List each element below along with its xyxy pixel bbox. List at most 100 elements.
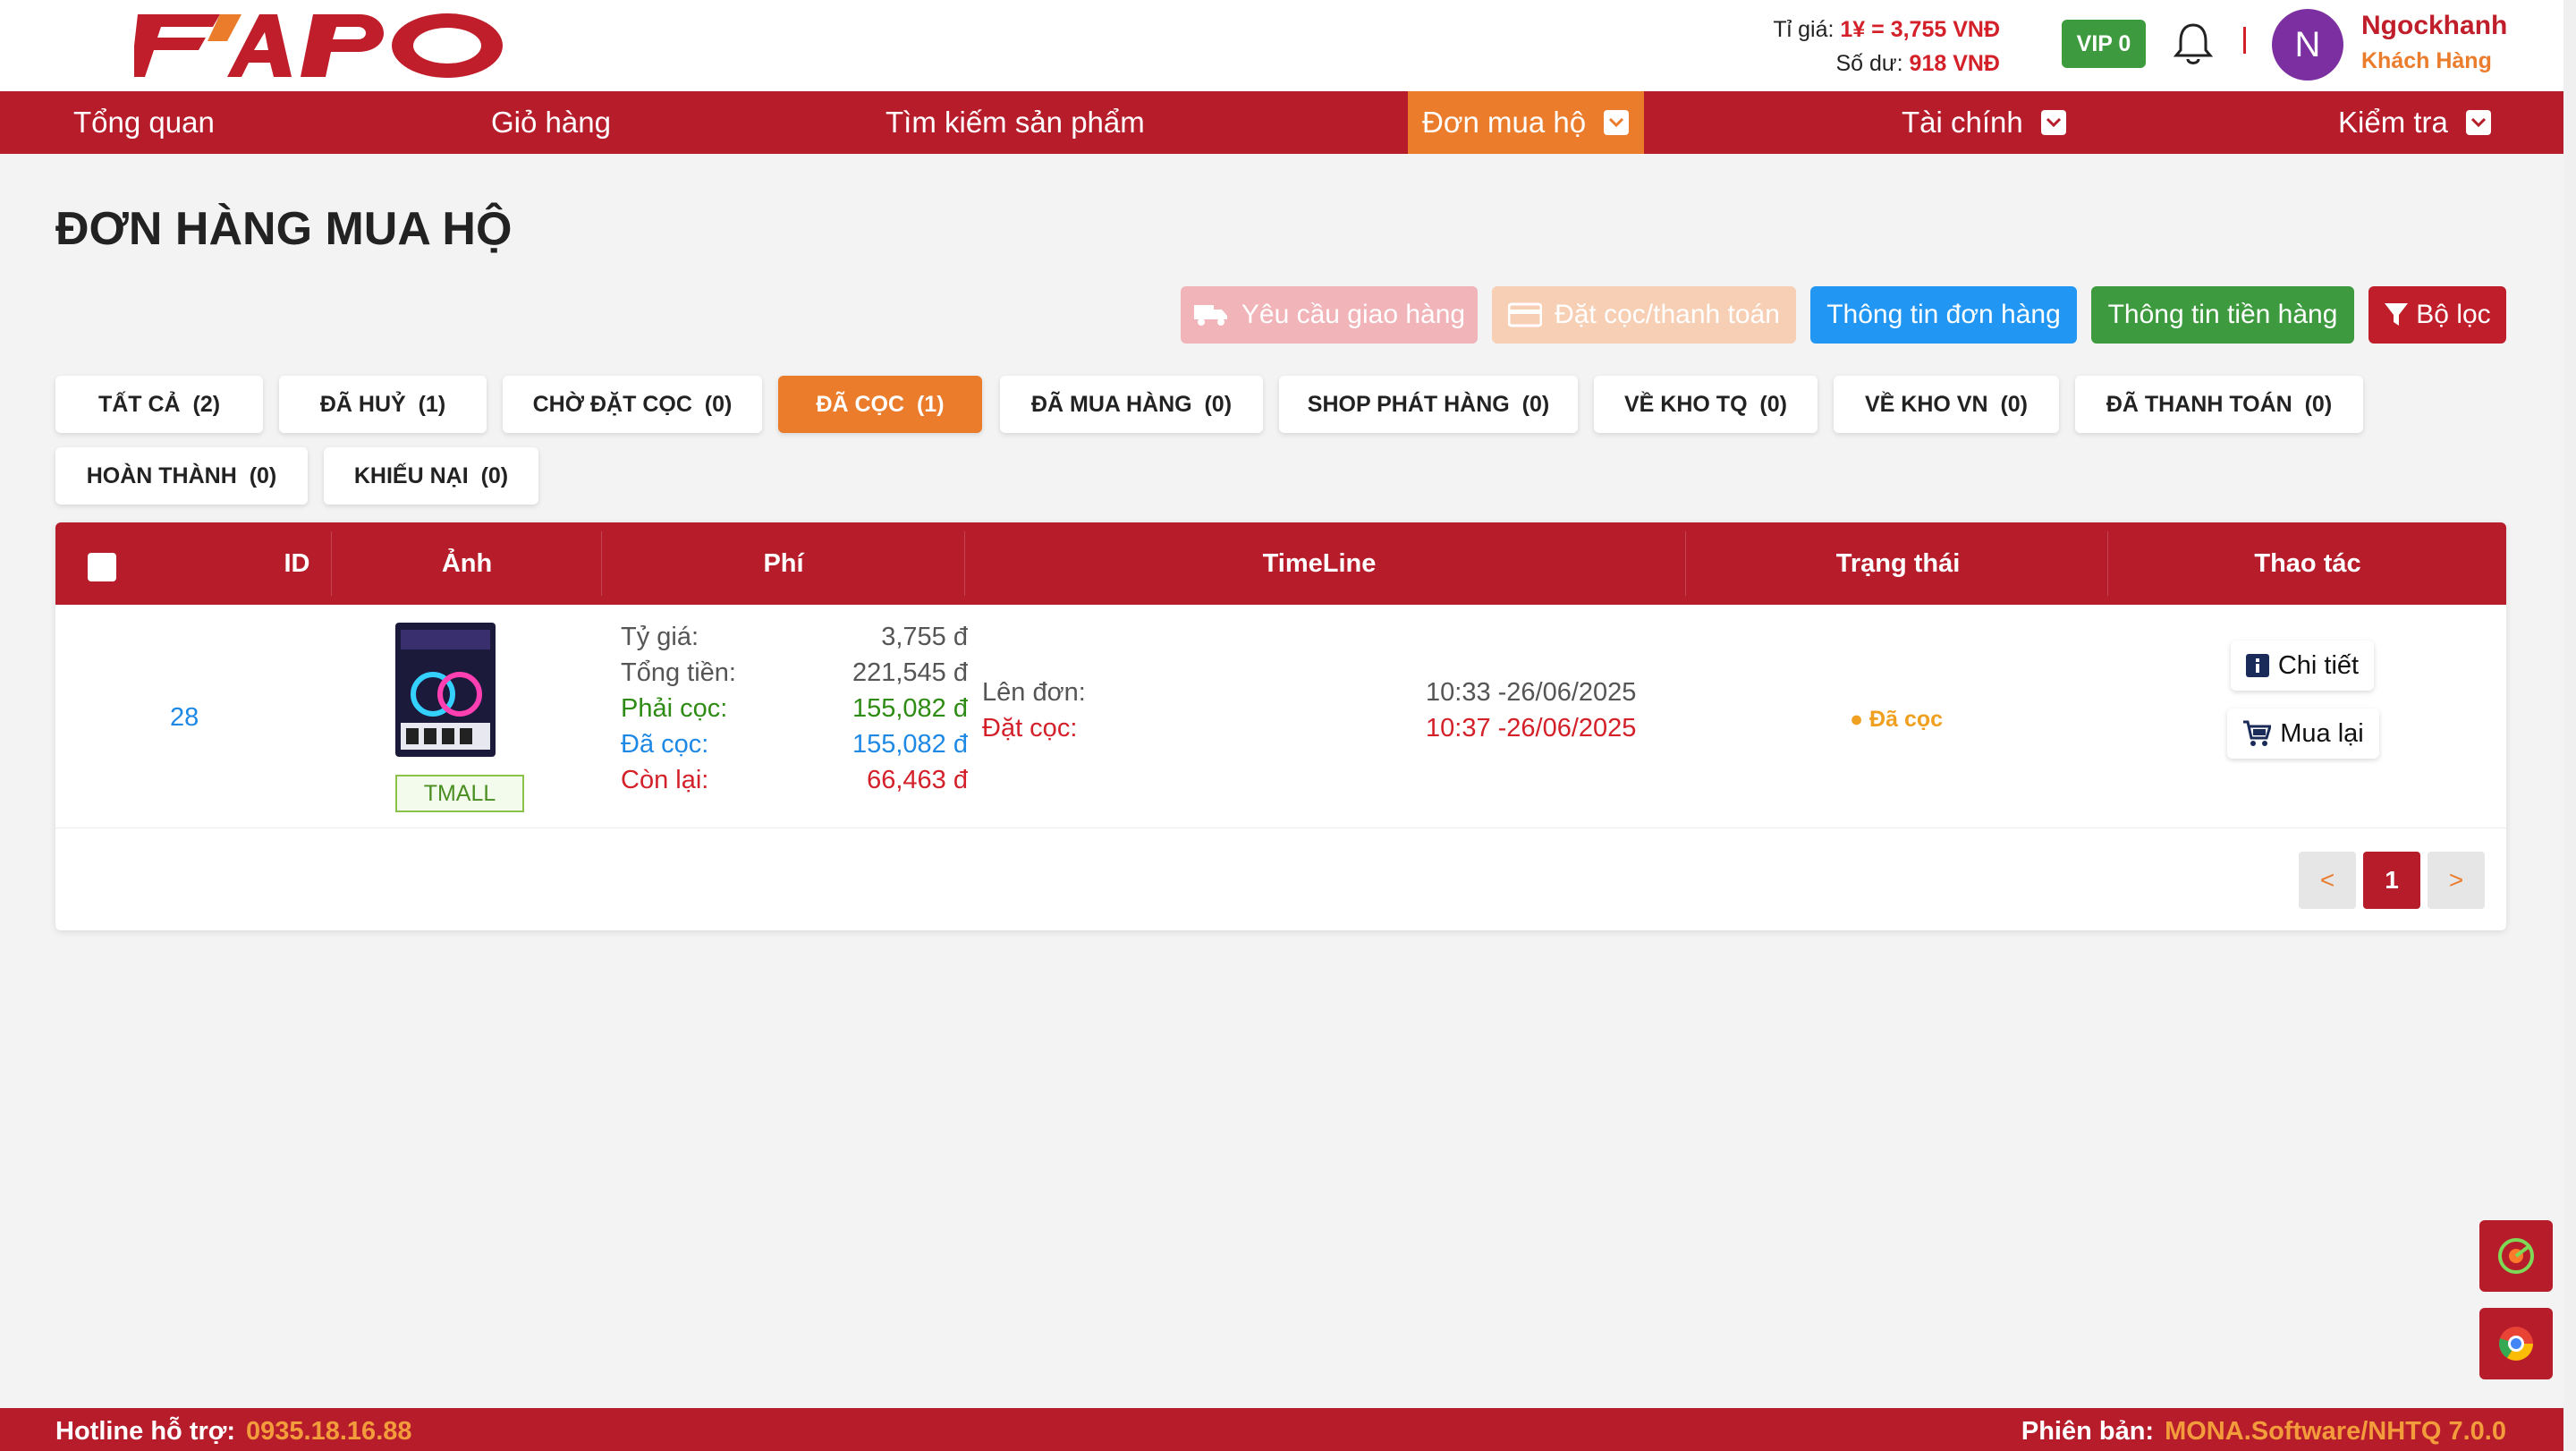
nav-label: Kiểm tra [2338, 106, 2448, 139]
tab-awaiting-deposit[interactable]: CHỜ ĐẶT CỌC (0) [503, 376, 762, 433]
column-header-image[interactable]: Ảnh [333, 522, 601, 605]
credit-card-icon [1508, 302, 1543, 327]
column-divider [1685, 531, 1686, 596]
rate-label: Tỉ giá: [1773, 17, 1835, 42]
filter-button[interactable]: Bộ lọc [2368, 286, 2506, 344]
pagination-page-1[interactable]: 1 [2363, 852, 2420, 909]
chevron-down-icon [2465, 110, 2491, 135]
avatar[interactable]: N [2272, 9, 2343, 81]
info-icon [2245, 654, 2269, 677]
nav-item-check[interactable]: Kiểm tra [2338, 91, 2491, 154]
chevron-down-icon [1604, 110, 1630, 135]
nav-label: Đơn mua hộ [1422, 106, 1587, 139]
pagination-prev-button[interactable]: < [2299, 852, 2356, 909]
fee-value-rate: 3,755 đ [881, 623, 968, 651]
filter-icon [2385, 303, 2409, 326]
column-header-actions[interactable]: Thao tác [2109, 522, 2506, 605]
pagination-next-button[interactable]: > [2428, 852, 2485, 909]
fee-label-deposited: Đã cọc: [621, 730, 709, 759]
column-divider [601, 531, 602, 596]
deposit-payment-button[interactable]: Đặt cọc/thanh toán [1492, 286, 1796, 344]
tab-completed[interactable]: HOÀN THÀNH (0) [55, 447, 308, 505]
tab-all[interactable]: TẤT CẢ (2) [55, 376, 263, 433]
rebuy-button[interactable]: Mua lại [2227, 709, 2379, 759]
tab-label: ĐÃ HUỶ [319, 391, 406, 417]
page-scrollbar[interactable] [2563, 0, 2576, 1451]
money-info-button[interactable]: Thông tin tiền hàng [2091, 286, 2354, 344]
support-chat-button[interactable] [2479, 1220, 2553, 1292]
product-thumbnail[interactable] [395, 623, 496, 757]
tab-deposited[interactable]: ĐÃ CỌC (1) [778, 376, 982, 433]
column-header-fee[interactable]: Phí [603, 522, 964, 605]
column-divider [2107, 531, 2108, 596]
order-info-button[interactable]: Thông tin đơn hàng [1810, 286, 2077, 344]
fee-value-total: 221,545 đ [852, 658, 968, 687]
tab-count: (0) [704, 391, 733, 417]
version-value[interactable]: MONA.Software/NHTQ 7.0.0 [2165, 1417, 2506, 1446]
nav-item-overview[interactable]: Tổng quan [73, 91, 215, 154]
timeline-value-created: 10:33 -26/06/2025 [1426, 678, 1637, 707]
bell-icon[interactable] [2174, 21, 2213, 66]
tab-label: TẤT CẢ [97, 391, 181, 417]
column-divider [331, 531, 332, 596]
rate-value: 1¥ = 3,755 VNĐ [1840, 17, 2000, 42]
chrome-extension-button[interactable] [2479, 1308, 2553, 1379]
version-label: Phiên bản: [2021, 1417, 2155, 1446]
detail-button[interactable]: Chi tiết [2231, 641, 2374, 691]
column-divider [964, 531, 965, 596]
tab-paid[interactable]: ĐÃ THANH TOÁN (0) [2075, 376, 2363, 433]
truck-icon [1193, 305, 1227, 326]
tab-count: (0) [1759, 391, 1787, 417]
nav-label: Tổng quan [73, 106, 215, 139]
tab-at-cn-warehouse[interactable]: VỀ KHO TQ (0) [1594, 376, 1818, 433]
tab-label: ĐÃ THANH TOÁN [2106, 391, 2292, 417]
user-role: Khách Hàng [2361, 48, 2492, 73]
nav-item-cart[interactable]: Giỏ hàng [491, 91, 611, 154]
chat-icon [2498, 1238, 2534, 1274]
tab-label: ĐÃ MUA HÀNG [1030, 391, 1192, 417]
tab-count: (1) [418, 391, 446, 417]
nav-label: Giỏ hàng [491, 106, 611, 139]
column-header-timeline[interactable]: TimeLine [966, 522, 1673, 605]
button-label: Chi tiết [2277, 650, 2360, 680]
tab-label: KHIẾU NẠI [353, 462, 469, 488]
orders-table: ID Ảnh Phí TimeLine Trạng thái Thao tác … [55, 522, 2506, 930]
nav-item-product-search[interactable]: Tìm kiếm sản phẩm [886, 91, 1145, 154]
button-label: Đặt cọc/thanh toán [1555, 300, 1780, 329]
tab-count: (0) [2304, 391, 2333, 417]
table-header: ID Ảnh Phí TimeLine Trạng thái Thao tác [55, 522, 2506, 605]
hotline-number[interactable]: 0935.18.16.88 [246, 1417, 411, 1446]
timeline-label-created: Lên đơn: [982, 678, 1086, 707]
tab-label: ĐÃ CỌC [816, 391, 905, 417]
tab-count: (0) [1204, 391, 1233, 417]
column-header-status[interactable]: Trạng thái [1687, 522, 2109, 605]
tab-count: (2) [192, 391, 221, 417]
tab-purchased[interactable]: ĐÃ MUA HÀNG (0) [1000, 376, 1263, 433]
vip-badge[interactable]: VIP 0 [2062, 20, 2146, 68]
button-label: Mua lại [2280, 718, 2364, 748]
rate-balance-block: Tỉ giá: 1¥ = 3,755 VNĐ Số dư: 918 VNĐ [1773, 13, 2000, 81]
tab-complaints[interactable]: KHIẾU NẠI (0) [324, 447, 538, 505]
nav-item-finance[interactable]: Tài chính [1902, 91, 2066, 154]
hotline-label: Hotline hỗ trợ: [55, 1417, 236, 1446]
button-label: Thông tin tiền hàng [2107, 300, 2338, 329]
tab-label: VỀ KHO TQ [1624, 391, 1748, 417]
main-nav: Tổng quan Giỏ hàng Tìm kiếm sản phẩm Đơn… [0, 91, 2563, 154]
tab-at-vn-warehouse[interactable]: VỀ KHO VN (0) [1834, 376, 2059, 433]
nav-label: Tìm kiếm sản phẩm [886, 106, 1145, 139]
nav-item-purchase-orders[interactable]: Đơn mua hộ [1408, 91, 1644, 154]
footer-hotline: Hotline hỗ trợ: 0935.18.16.88 [55, 1417, 412, 1447]
tab-shop-shipped[interactable]: SHOP PHÁT HÀNG (0) [1279, 376, 1578, 433]
tab-count: (1) [916, 391, 945, 417]
select-all-checkbox[interactable] [88, 553, 116, 581]
fee-value-required-deposit: 155,082 đ [852, 694, 968, 723]
footer-version: Phiên bản: MONA.Software/NHTQ 7.0.0 [2021, 1417, 2506, 1447]
tab-cancelled[interactable]: ĐÃ HUỶ (1) [279, 376, 487, 433]
user-name[interactable]: Ngockhanh [2361, 11, 2507, 41]
footer: Hotline hỗ trợ: 0935.18.16.88 Phiên bản: M… [0, 1408, 2563, 1451]
tab-label: HOÀN THÀNH [86, 462, 237, 488]
request-delivery-button[interactable]: Yêu cầu giao hàng [1181, 286, 1478, 344]
status-text: Đã cọc [1869, 707, 1944, 732]
fapo-logo[interactable] [134, 5, 510, 81]
order-id-link[interactable]: 28 [170, 703, 199, 733]
